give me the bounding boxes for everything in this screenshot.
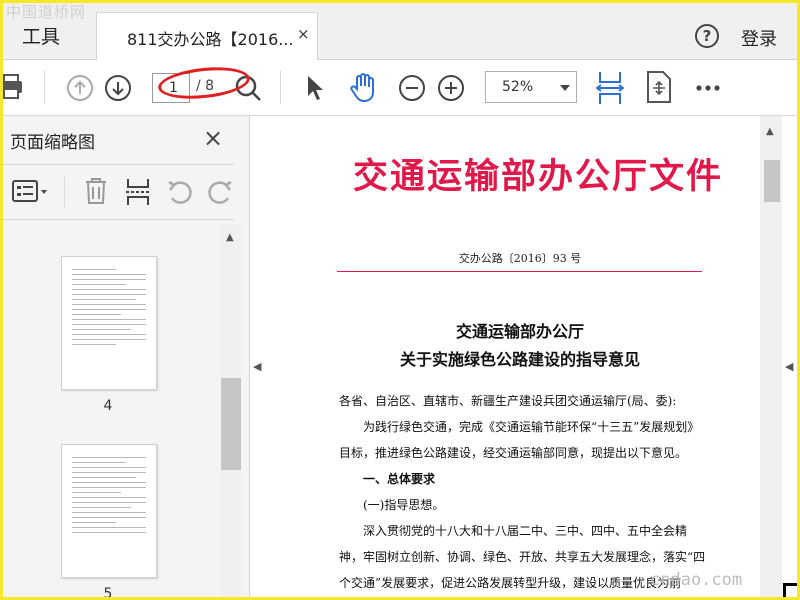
watermark-top: 中国道桥网 bbox=[6, 3, 87, 21]
subsection-heading: (一)指导思想。 bbox=[363, 498, 445, 512]
close-panel-icon[interactable]: × bbox=[203, 124, 223, 152]
help-icon[interactable]: ? bbox=[695, 24, 719, 48]
delete-page-icon[interactable] bbox=[84, 177, 108, 205]
rotate-view-icon[interactable] bbox=[646, 70, 672, 104]
scroll-up-icon[interactable]: ▲ bbox=[226, 232, 234, 243]
more-options-icon[interactable] bbox=[695, 84, 721, 92]
document-tab-title: 811交办公路【2016... bbox=[127, 30, 294, 49]
thumbnail-label: 5 bbox=[103, 586, 113, 600]
rotate-clockwise-icon[interactable] bbox=[206, 178, 234, 206]
previous-page-icon[interactable] bbox=[66, 74, 94, 102]
toolbar-separator bbox=[44, 70, 45, 104]
thumbnail-options-icon[interactable] bbox=[12, 179, 50, 205]
panel-separator bbox=[64, 177, 65, 207]
paragraph-line: 为践行绿色交通，完成《交通运输节能环保“十三五”发展规划》 bbox=[363, 420, 700, 434]
hand-tool-icon[interactable] bbox=[348, 72, 380, 104]
print-icon[interactable] bbox=[0, 72, 26, 102]
toolbar-separator bbox=[280, 70, 281, 104]
thumbnail-label: 3 bbox=[95, 222, 121, 226]
scroll-up-icon[interactable]: ▲ bbox=[766, 126, 774, 137]
thumbnail-label: 4 bbox=[103, 398, 113, 414]
fit-width-icon[interactable] bbox=[596, 70, 624, 106]
close-tab-icon[interactable]: × bbox=[297, 25, 310, 43]
panel-toolbar bbox=[0, 164, 234, 220]
document-view[interactable]: 交通运输部办公厅文件 交办公路〔2016〕93 号 交通运输部办公厅 关于实施绿… bbox=[265, 116, 760, 600]
document-tab[interactable]: 811交办公路【2016... × bbox=[96, 12, 318, 61]
collapse-right-panel-icon[interactable]: ◀ bbox=[785, 360, 793, 373]
document-header: 交通运输部办公厅文件 bbox=[353, 156, 724, 197]
document-title-line2: 关于实施绿色公路建设的指导意见 bbox=[399, 350, 640, 369]
chevron-down-icon bbox=[560, 85, 570, 91]
document-title-line1: 交通运输部办公厅 bbox=[455, 322, 584, 341]
tools-tab[interactable]: 工具 bbox=[22, 22, 60, 49]
select-cursor-icon[interactable] bbox=[305, 74, 325, 102]
panel-title: 页面缩略图 bbox=[10, 133, 95, 153]
section-heading: 一、总体要求 bbox=[363, 472, 436, 486]
paragraph-line: 神，牢固树立创新、协调、绿色、开放、共享五大发展理念，落实“四 bbox=[339, 550, 706, 564]
login-button[interactable]: 登录 bbox=[741, 25, 777, 51]
tab-bar: 中国道桥网 工具 811交办公路【2016... × ? 登录 bbox=[0, 0, 800, 61]
paragraph-line: 个交通”发展要求，促进公路发展转型升级，建设以质量优良为前 bbox=[339, 576, 682, 590]
thumbnail-scrollbar-thumb[interactable] bbox=[221, 378, 241, 470]
document-scrollbar-thumb[interactable] bbox=[764, 160, 780, 202]
main-toolbar: 1 / 8 52% bbox=[0, 60, 800, 116]
page-thumbnail-4[interactable] bbox=[61, 256, 157, 390]
corner-mark bbox=[783, 583, 797, 597]
extract-pages-icon[interactable] bbox=[124, 177, 152, 207]
rotate-counterclockwise-icon[interactable] bbox=[166, 178, 194, 206]
paragraph-line: 深入贯彻党的十八大和十八届二中、三中、四中、五中全会精 bbox=[363, 524, 688, 538]
thumbnail-list[interactable]: 3 4 5 bbox=[0, 222, 220, 600]
zoom-level-select[interactable]: 52% bbox=[485, 71, 577, 103]
zoom-level-value: 52% bbox=[502, 79, 534, 95]
zoom-in-icon[interactable] bbox=[437, 74, 465, 102]
paragraph-line: 目标，推进绿色公路建设，经交通运输部同意，现提出以下意见。 bbox=[339, 446, 688, 460]
next-page-icon[interactable] bbox=[104, 74, 132, 102]
document-number: 交办公路〔2016〕93 号 bbox=[458, 252, 582, 265]
zoom-out-icon[interactable] bbox=[398, 74, 426, 102]
page-thumbnails-panel: 页面缩略图 × 3 bbox=[0, 116, 250, 600]
collapse-left-panel-icon[interactable]: ◀ bbox=[253, 360, 261, 373]
page-thumbnail-5[interactable] bbox=[61, 444, 157, 578]
header-divider bbox=[337, 271, 702, 272]
watermark-bottom: cndao.com bbox=[650, 570, 743, 590]
paragraph-line: 各省、自治区、直辖市、新疆生产建设兵团交通运输厅(局、委): bbox=[339, 394, 677, 408]
